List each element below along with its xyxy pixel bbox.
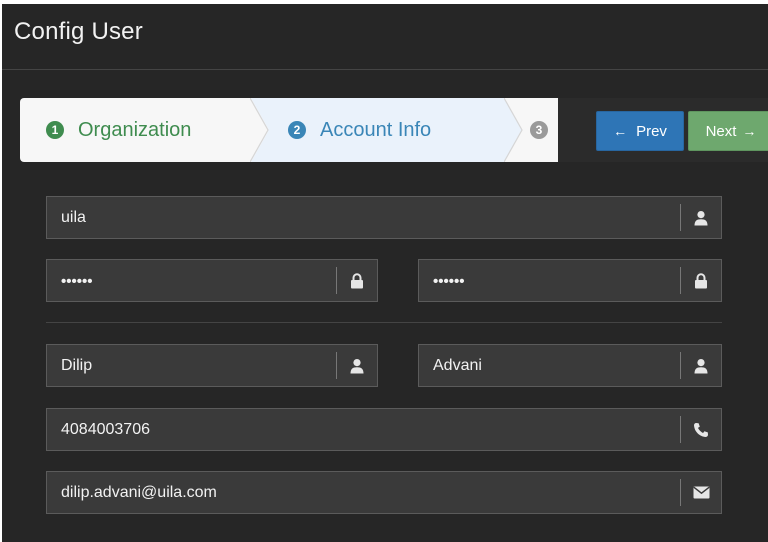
email-input[interactable] — [47, 472, 677, 513]
next-button[interactable]: Next → — [688, 111, 768, 151]
phone-icon — [681, 409, 721, 450]
wizard-step-organization[interactable]: 1 Organization — [46, 98, 191, 162]
prev-button[interactable]: ← Prev — [596, 111, 684, 151]
user-icon — [681, 197, 721, 238]
first-name-field[interactable] — [46, 344, 378, 387]
step-chevron-icon — [504, 98, 523, 162]
title-bar: Config User — [2, 4, 768, 70]
password-field[interactable]: •••••• — [46, 259, 378, 302]
last-name-input[interactable] — [419, 345, 677, 386]
wizard-button-area: ← Prev Next → — [558, 98, 768, 162]
phone-field[interactable] — [46, 408, 722, 451]
step-number-badge: 2 — [288, 121, 306, 139]
form-divider — [46, 322, 722, 323]
wizard-step-3[interactable]: 3 — [530, 98, 548, 162]
user-icon — [681, 345, 721, 386]
arrow-right-icon: → — [742, 123, 757, 139]
dialog-title: Config User — [14, 18, 143, 45]
confirm-password-input[interactable]: •••••• — [433, 260, 465, 301]
confirm-password-field[interactable]: •••••• — [418, 259, 722, 302]
step-number-badge: 3 — [530, 121, 548, 139]
username-input[interactable] — [47, 197, 677, 238]
envelope-icon — [681, 472, 721, 513]
password-input[interactable]: •••••• — [61, 260, 93, 301]
step-chevron-fill — [251, 98, 270, 162]
prev-label: Prev — [636, 122, 667, 140]
first-name-input[interactable] — [47, 345, 333, 386]
next-label: Next — [705, 122, 737, 140]
email-field[interactable] — [46, 471, 722, 514]
wizard-steps: 1 Organization 2 Account Info 3 ← Prev N… — [20, 98, 768, 162]
phone-input[interactable] — [47, 409, 677, 450]
step-number-badge: 1 — [46, 121, 64, 139]
last-name-field[interactable] — [418, 344, 722, 387]
username-field[interactable] — [46, 196, 722, 239]
lock-icon — [681, 260, 721, 301]
step-label: Account Info — [320, 118, 432, 141]
arrow-left-icon: ← — [613, 123, 628, 139]
user-icon — [337, 345, 377, 386]
step-label: Organization — [78, 118, 192, 141]
lock-icon — [337, 260, 377, 301]
wizard-step-account-info[interactable]: 2 Account Info — [288, 98, 431, 162]
config-user-dialog: Config User 1 Organization 2 Account Inf… — [2, 4, 768, 542]
